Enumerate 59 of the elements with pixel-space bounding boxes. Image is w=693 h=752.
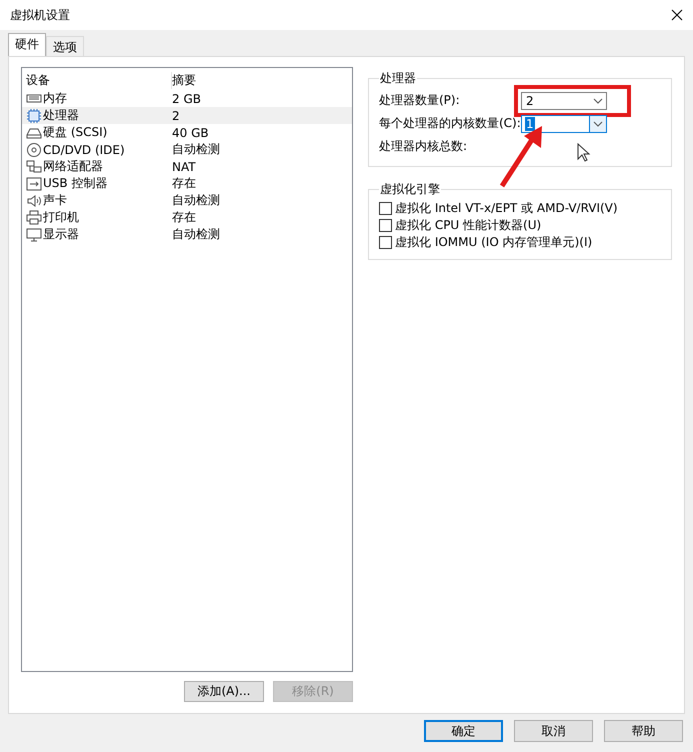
field-label: 处理器数量(P): — [379, 92, 461, 109]
dropdown[interactable]: 2 — [521, 92, 607, 110]
device-name: USB 控制器 — [43, 175, 108, 192]
device-summary: 2 — [172, 108, 181, 122]
device-row[interactable]: USB 控制器 存在 — [22, 175, 352, 192]
device-row[interactable]: CD/DVD (IDE) 自动检测 — [22, 141, 352, 158]
device-summary: 40 GB — [172, 126, 210, 140]
column-header[interactable]: 设备 — [26, 72, 172, 89]
cursor-icon — [577, 143, 591, 163]
group-title: 处理器 — [379, 70, 417, 87]
device-summary: 存在 — [172, 175, 197, 192]
device-name: 硬盘 (SCSI) — [43, 124, 108, 141]
usb-icon — [26, 176, 42, 192]
device-row[interactable]: 显示器 自动检测 — [22, 226, 352, 243]
field-label: 每个处理器的内核数量(C): — [379, 115, 521, 132]
device-row[interactable]: 硬盘 (SCSI) 40 GB — [22, 124, 352, 141]
device-summary: 自动检测 — [172, 226, 221, 243]
option-label: 虚拟化 IOMMU (IO 内存管理单元)(I) — [395, 234, 592, 251]
device-summary: 存在 — [172, 209, 197, 226]
device-row[interactable]: 内存 2 GB — [22, 90, 352, 107]
device-name: 处理器 — [43, 107, 79, 124]
checkbox[interactable] — [379, 202, 392, 215]
device-summary: 自动检测 — [172, 192, 221, 209]
column-header[interactable]: 摘要 — [172, 72, 352, 89]
tab[interactable]: 硬件 — [8, 33, 46, 56]
device-name: 声卡 — [43, 192, 67, 209]
device-row[interactable]: 处理器 2 — [22, 107, 352, 124]
display-icon — [26, 226, 42, 242]
device-name: 打印机 — [43, 209, 79, 226]
device-summary: 2 GB — [172, 92, 202, 106]
network-icon — [26, 158, 42, 174]
list-button[interactable]: 添加(A)... — [184, 681, 264, 702]
sound-icon — [26, 192, 42, 208]
window-title: 虚拟机设置 — [10, 6, 70, 24]
option-label: 虚拟化 Intel VT-x/EPT 或 AMD-V/RVI(V) — [395, 200, 618, 217]
device-name: 网络适配器 — [43, 158, 103, 175]
dialog-button[interactable]: 取消 — [514, 720, 593, 742]
checkbox[interactable] — [379, 236, 392, 249]
device-name: 显示器 — [43, 226, 79, 243]
option-label: 虚拟化 CPU 性能计数器(U) — [395, 217, 542, 234]
device-row[interactable]: 网络适配器 NAT — [22, 158, 352, 175]
printer-icon — [26, 210, 42, 226]
caret-icon — [589, 116, 606, 132]
device-row[interactable]: 声卡 自动检测 — [22, 192, 352, 209]
device-summary: NAT — [172, 160, 197, 174]
device-summary: 自动检测 — [172, 141, 221, 158]
dropdown[interactable]: 1 — [521, 114, 607, 132]
checkbox[interactable] — [379, 219, 392, 232]
close-icon[interactable] — [671, 9, 683, 21]
cdrom-icon — [26, 142, 42, 158]
dialog-button[interactable]: 确定 — [424, 720, 503, 742]
group-title: 虚拟化引擎 — [379, 181, 441, 198]
field-label: 处理器内核总数: — [379, 138, 468, 155]
device-row[interactable]: 打印机 存在 — [22, 209, 352, 226]
cpu-icon — [26, 108, 42, 124]
device-name: CD/DVD (IDE) — [43, 142, 125, 156]
device-name: 内存 — [43, 90, 67, 107]
dialog-button[interactable]: 帮助 — [604, 720, 683, 742]
tab[interactable]: 选项 — [46, 36, 84, 56]
